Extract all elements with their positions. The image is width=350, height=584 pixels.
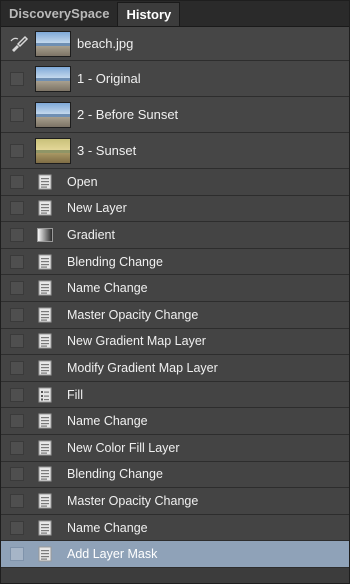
- history-step-row[interactable]: New Gradient Map Layer: [1, 328, 349, 356]
- document-icon: [37, 254, 53, 270]
- tab-bar: DiscoverySpace History: [1, 1, 349, 27]
- snapshot-row-source[interactable]: beach.jpg: [1, 27, 349, 61]
- history-brush-icon[interactable]: [7, 34, 31, 54]
- history-step-row[interactable]: New Color Fill Layer: [1, 434, 349, 462]
- history-source-checkbox[interactable]: [10, 227, 24, 242]
- document-icon: [37, 174, 53, 190]
- history-step-row[interactable]: Gradient: [1, 222, 349, 249]
- snapshot-label: 1 - Original: [77, 71, 141, 86]
- history-list: beach.jpg 1 - Original 2 - Before Sunset…: [1, 27, 349, 568]
- snapshot-thumbnail: [35, 65, 71, 92]
- history-step-label: Name Change: [67, 414, 148, 429]
- history-step-row[interactable]: Fill: [1, 381, 349, 409]
- snapshot-thumbnail: [35, 30, 71, 57]
- history-source-checkbox[interactable]: [10, 440, 24, 455]
- history-source-checkbox[interactable]: [10, 334, 24, 349]
- document-icon: [37, 466, 53, 482]
- history-source-checkbox[interactable]: [10, 387, 24, 402]
- snapshot-label: beach.jpg: [77, 36, 134, 51]
- history-source-checkbox[interactable]: [10, 71, 24, 86]
- snapshot-thumbnail: [35, 101, 71, 128]
- snapshot-thumbnail: [35, 137, 71, 164]
- document-icon: [37, 360, 53, 376]
- snapshot-label: 2 - Before Sunset: [77, 107, 179, 122]
- history-step-label: Add Layer Mask: [67, 547, 158, 562]
- history-step-row[interactable]: Open: [1, 169, 349, 196]
- history-step-row[interactable]: Master Opacity Change: [1, 301, 349, 329]
- tab-history[interactable]: History: [117, 2, 181, 26]
- document-icon: [37, 280, 53, 296]
- history-step-label: Name Change: [67, 520, 148, 535]
- history-step-row[interactable]: Name Change: [1, 408, 349, 435]
- gradient-icon: [37, 227, 53, 243]
- panel-bottom: [1, 573, 349, 583]
- snapshot-row[interactable]: 2 - Before Sunset: [1, 97, 349, 133]
- document-icon: [37, 307, 53, 323]
- history-step-row[interactable]: New Layer: [1, 195, 349, 223]
- history-step-row[interactable]: Blending Change: [1, 461, 349, 489]
- history-step-label: Blending Change: [67, 467, 163, 482]
- history-source-checkbox[interactable]: [10, 520, 24, 535]
- history-source-checkbox[interactable]: [10, 414, 24, 429]
- history-source-checkbox[interactable]: [10, 493, 24, 508]
- history-step-row[interactable]: Add Layer Mask: [1, 541, 349, 568]
- history-step-row[interactable]: Name Change: [1, 275, 349, 302]
- history-source-checkbox[interactable]: [10, 254, 24, 269]
- history-panel: DiscoverySpace History beach.jpg 1 - Ori…: [0, 0, 350, 584]
- document-icon: [37, 520, 53, 536]
- history-source-checkbox[interactable]: [10, 281, 24, 296]
- document-icon: [37, 413, 53, 429]
- tab-discoveryspace[interactable]: DiscoverySpace: [1, 2, 117, 26]
- history-step-label: New Layer: [67, 201, 127, 216]
- fill-list-icon: [37, 387, 53, 403]
- history-step-label: Open: [67, 174, 98, 189]
- history-source-checkbox[interactable]: [10, 143, 24, 158]
- history-step-label: Name Change: [67, 281, 148, 296]
- history-source-checkbox[interactable]: [10, 201, 24, 216]
- history-step-row[interactable]: Blending Change: [1, 248, 349, 276]
- history-step-label: Fill: [67, 387, 83, 402]
- history-step-label: Gradient: [67, 227, 115, 242]
- document-icon: [37, 333, 53, 349]
- history-step-label: Master Opacity Change: [67, 493, 199, 508]
- history-source-checkbox[interactable]: [10, 307, 24, 322]
- history-source-checkbox[interactable]: [10, 360, 24, 375]
- document-icon: [37, 200, 53, 216]
- document-icon: [37, 546, 53, 562]
- history-source-checkbox[interactable]: [10, 547, 24, 562]
- document-icon: [37, 493, 53, 509]
- history-step-label: Modify Gradient Map Layer: [67, 360, 218, 375]
- snapshot-row[interactable]: 3 - Sunset: [1, 133, 349, 169]
- history-step-label: Blending Change: [67, 254, 163, 269]
- history-source-checkbox[interactable]: [10, 107, 24, 122]
- document-icon: [37, 440, 53, 456]
- snapshot-row[interactable]: 1 - Original: [1, 61, 349, 97]
- history-step-row[interactable]: Master Opacity Change: [1, 488, 349, 515]
- snapshot-label: 3 - Sunset: [77, 143, 137, 158]
- history-source-checkbox[interactable]: [10, 174, 24, 189]
- history-step-label: Master Opacity Change: [67, 307, 199, 322]
- history-step-label: New Color Fill Layer: [67, 440, 180, 455]
- tab-bar-filler: [180, 2, 349, 26]
- history-step-row[interactable]: Name Change: [1, 514, 349, 542]
- history-source-checkbox[interactable]: [10, 467, 24, 482]
- history-step-label: New Gradient Map Layer: [67, 334, 206, 349]
- history-step-row[interactable]: Modify Gradient Map Layer: [1, 355, 349, 382]
